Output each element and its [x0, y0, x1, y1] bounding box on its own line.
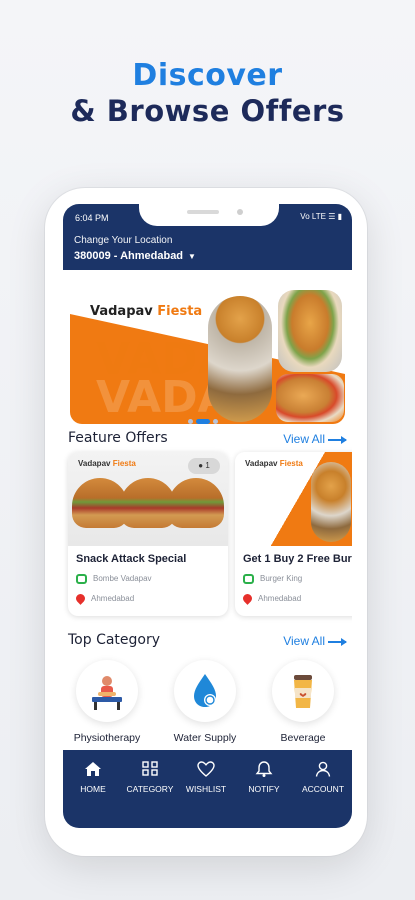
- offer-card-title: Snack Attack Special: [76, 553, 187, 565]
- heart-icon: [197, 761, 215, 777]
- coffee-cup-icon: [272, 660, 334, 722]
- view-all-label: View All: [283, 432, 325, 446]
- offer-card-location: Ahmedabad: [241, 592, 302, 606]
- network-label: Vo LTE: [300, 212, 326, 221]
- battery-icon: ▮: [337, 212, 342, 221]
- offer-card-store: Burger King: [243, 574, 302, 584]
- top-category-view-all[interactable]: View All: [283, 634, 347, 648]
- carousel-dot[interactable]: [188, 419, 193, 424]
- feature-offers-title: Feature Offers: [68, 430, 168, 446]
- nav-label: WISHLIST: [185, 784, 227, 794]
- banner-brand-accent: Fiesta: [157, 304, 203, 319]
- offer-card-brand-name: Vadapav: [78, 459, 111, 468]
- banner-brand-name: Vadapav: [90, 304, 153, 319]
- store-icon: [76, 574, 87, 584]
- headline-discover: Discover: [132, 58, 283, 93]
- carousel-dot-active[interactable]: [196, 419, 210, 424]
- nav-home[interactable]: HOME: [67, 747, 119, 806]
- location-label: Change Your Location: [74, 235, 173, 246]
- vadapav-image: [311, 462, 351, 542]
- banner-food-image: [276, 374, 344, 422]
- category-beverage[interactable]: Beverage: [259, 660, 347, 744]
- bottom-navigation: HOME CATEGORY WISHLIST NOTIFY ACCOUNT: [63, 747, 352, 806]
- offer-card[interactable]: Vadapav Fiesta Get 1 Buy 2 Free Bur Burg…: [235, 452, 352, 616]
- headline-browse-offers: & Browse Offers: [70, 94, 345, 128]
- offer-card-brand: Vadapav Fiesta: [78, 459, 136, 468]
- home-icon: [85, 762, 101, 776]
- store-icon: [243, 574, 254, 584]
- status-icons: Vo LTE ☰ ▮: [300, 212, 342, 221]
- location-pin-icon: [241, 592, 254, 606]
- offer-card-brand-name: Vadapav: [245, 459, 278, 468]
- speaker-grille: [187, 210, 219, 214]
- badge-count: 1: [205, 461, 210, 470]
- burger-image: [168, 478, 224, 528]
- app-screen: 6:04 PM Vo LTE ☰ ▮ Change Your Location …: [63, 204, 352, 828]
- view-all-label: View All: [283, 634, 325, 648]
- nav-label: NOTIFY: [248, 784, 280, 794]
- carousel-indicator: [188, 413, 221, 424]
- banner-brand: Vadapav Fiesta: [90, 304, 202, 319]
- location-selector[interactable]: 380009 - Ahmedabad ▼: [74, 250, 196, 262]
- category-physiotherapy[interactable]: Physiotherapy: [63, 660, 151, 744]
- nav-wishlist[interactable]: WISHLIST: [181, 750, 231, 806]
- category-label: Beverage: [280, 732, 326, 744]
- location-value: 380009 - Ahmedabad: [74, 250, 184, 262]
- physiotherapy-icon: [76, 660, 138, 722]
- nav-category[interactable]: CATEGORY: [121, 750, 179, 806]
- arrow-right-icon: [328, 637, 347, 646]
- water-drop-icon: [174, 660, 236, 722]
- offer-card-city: Ahmedabad: [91, 594, 135, 603]
- offer-card-brand: Vadapav Fiesta: [245, 459, 303, 468]
- phone-frame: 6:04 PM Vo LTE ☰ ▮ Change Your Location …: [45, 188, 367, 856]
- offer-card-city: Ahmedabad: [258, 594, 302, 603]
- bell-icon: [255, 761, 273, 777]
- nav-account[interactable]: ACCOUNT: [297, 750, 349, 806]
- category-label: Water Supply: [173, 732, 237, 744]
- feature-offers-view-all[interactable]: View All: [283, 432, 347, 446]
- user-icon: [315, 761, 331, 777]
- carousel-dot[interactable]: [213, 419, 218, 424]
- top-category-title: Top Category: [68, 632, 161, 648]
- nav-label: ACCOUNT: [301, 784, 345, 794]
- arrow-right-icon: [328, 435, 347, 444]
- offer-card-store-name: Bombe Vadapav: [93, 574, 152, 584]
- offer-card-badge: ● 1: [188, 458, 220, 474]
- offer-card-brand-accent: Fiesta: [112, 459, 136, 468]
- grid-icon: [142, 761, 158, 776]
- offer-card-brand-accent: Fiesta: [279, 459, 303, 468]
- offer-card-location: Ahmedabad: [74, 592, 135, 606]
- offer-card-title: Get 1 Buy 2 Free Bur: [243, 553, 352, 565]
- offer-card-store-name: Burger King: [260, 574, 303, 584]
- banner-food-image: [208, 296, 272, 422]
- caret-down-icon: ▼: [188, 252, 196, 261]
- nav-label: CATEGORY: [126, 784, 174, 794]
- system-navigation-bar: [63, 806, 352, 828]
- category-water-supply[interactable]: Water Supply: [161, 660, 249, 744]
- banner-food-image: [278, 290, 342, 372]
- promo-banner[interactable]: VADA VADA Vadapav Fiesta: [70, 282, 345, 424]
- wifi-icon: ☰: [328, 212, 336, 221]
- category-label: Physiotherapy: [73, 732, 141, 744]
- nav-notify[interactable]: NOTIFY: [241, 750, 287, 806]
- status-time: 6:04 PM: [75, 213, 109, 223]
- front-camera: [237, 209, 243, 215]
- person-icon: ●: [198, 461, 204, 470]
- phone-notch: [139, 204, 279, 226]
- nav-label: HOME: [80, 784, 106, 794]
- offer-card[interactable]: Vadapav Fiesta ● 1 Snack Attack Special …: [68, 452, 228, 616]
- offer-card-store: Bombe Vadapav: [76, 574, 152, 584]
- location-pin-icon: [74, 592, 87, 606]
